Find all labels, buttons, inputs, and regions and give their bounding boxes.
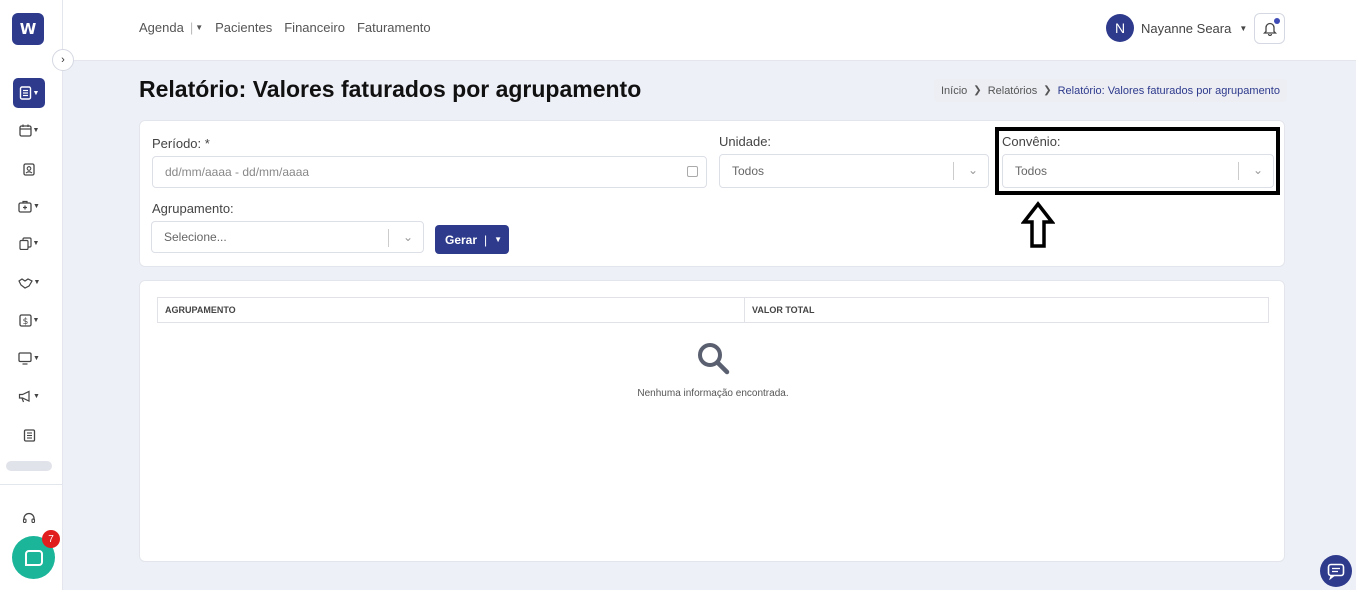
top-nav: Agenda | ▼ Pacientes Financeiro Faturame… (139, 20, 443, 35)
sidebar-item-news[interactable] (13, 421, 45, 449)
chevron-down-icon: ▼ (33, 202, 40, 210)
sidebar-item-support[interactable] (13, 504, 45, 532)
sidebar-item-marketing[interactable]: ▼ (13, 382, 45, 410)
dollar-icon: $ (18, 313, 32, 327)
chat-icon (24, 549, 43, 566)
unidade-value: Todos (732, 164, 765, 178)
agrupamento-label: Agrupamento: (152, 201, 234, 216)
breadcrumb-item-relatorios[interactable]: Relatórios (988, 85, 1038, 97)
headset-icon (22, 512, 36, 523)
copy-icon (18, 236, 32, 250)
message-icon (1327, 563, 1345, 580)
column-header-agrupamento[interactable]: AGRUPAMENTO (158, 298, 745, 322)
agrupamento-select[interactable]: Selecione... ⌄ (151, 221, 424, 253)
unidade-select[interactable]: Todos ⌄ (719, 154, 989, 188)
annotation-highlight-box (995, 127, 1280, 195)
sidebar-item-patients[interactable] (13, 155, 45, 183)
notifications-button[interactable] (1254, 13, 1285, 44)
gerar-button[interactable]: Gerar | ▼ (435, 225, 509, 254)
annotation-arrow-up-icon (1021, 201, 1055, 248)
breadcrumb-item-inicio[interactable]: Início (941, 85, 967, 97)
page-title: Relatório: Valores faturados por agrupam… (139, 76, 642, 102)
search-icon (698, 343, 730, 375)
report-icon (19, 86, 31, 100)
column-header-valor-total[interactable]: VALOR TOTAL (745, 298, 815, 322)
chevron-down-icon: ▼ (32, 316, 40, 324)
empty-state-message: Nenhuma informação encontrada. (637, 388, 789, 399)
chevron-right-icon: ❯ (1043, 85, 1052, 96)
sidebar-item-monitor[interactable]: ▼ (13, 344, 45, 372)
help-chat-button[interactable] (1320, 555, 1352, 587)
sidebar-item-reports[interactable]: ▼ (13, 78, 45, 108)
avatar: N (1106, 14, 1134, 42)
chevron-down-icon: ▼ (32, 89, 40, 97)
sidebar: W ▼ ▼ ▼ ▼ ▼ $ ▼ ▼ ▼ 7 (0, 0, 63, 590)
sidebar-item-calendar[interactable]: ▼ (13, 116, 45, 144)
chevron-down-icon: ▼ (32, 126, 40, 134)
svg-text:$: $ (22, 317, 28, 327)
periodo-placeholder: dd/mm/aaaa - dd/mm/aaaa (165, 165, 310, 179)
app-logo[interactable]: W (12, 13, 44, 45)
breadcrumb-item-current: Relatório: Valores faturados por agrupam… (1057, 84, 1280, 97)
table-header: AGRUPAMENTO VALOR TOTAL (157, 297, 1269, 323)
unidade-label: Unidade: (719, 134, 772, 149)
periodo-input[interactable]: dd/mm/aaaa - dd/mm/aaaa (152, 156, 707, 188)
notification-dot (1274, 18, 1280, 24)
user-name: Nayanne Seara (1141, 20, 1232, 36)
calendar-icon (18, 124, 32, 137)
sidebar-divider (0, 484, 63, 485)
sidebar-item-clinic[interactable]: ▼ (13, 192, 45, 220)
calendar-icon (687, 166, 698, 177)
briefcase-medical-icon (18, 200, 32, 213)
nav-item-agenda[interactable]: Agenda (139, 20, 184, 35)
chevron-right-icon: › (61, 54, 65, 66)
chevron-down-icon[interactable]: ▼ (195, 23, 203, 32)
sidebar-scrollbar[interactable] (6, 461, 52, 471)
chevron-right-icon: ❯ (973, 85, 982, 96)
nav-separator: | (189, 20, 194, 35)
megaphone-icon (18, 390, 30, 402)
gerar-separator: | (484, 232, 488, 247)
sidebar-toggle-button[interactable]: › (52, 49, 74, 71)
periodo-label: Período: * (152, 136, 210, 151)
chevron-down-icon: ⌄ (402, 230, 413, 244)
chevron-down-icon: ▼ (33, 278, 41, 286)
select-divider (388, 229, 389, 247)
logo-letter: W (19, 20, 37, 38)
agrupamento-placeholder: Selecione... (164, 230, 227, 244)
nav-item-pacientes[interactable]: Pacientes (215, 20, 272, 35)
select-divider (953, 162, 954, 180)
nav-item-faturamento[interactable]: Faturamento (357, 20, 431, 35)
sidebar-item-handshake[interactable]: ▼ (13, 268, 45, 296)
chevron-down-icon: ▼ (1239, 23, 1248, 33)
newspaper-icon (23, 428, 35, 442)
nav-item-financeiro[interactable]: Financeiro (284, 20, 345, 35)
chevron-down-icon: ▼ (33, 354, 40, 362)
gerar-label: Gerar (445, 232, 478, 247)
chevron-down-icon: ▼ (32, 239, 40, 247)
sidebar-item-financial[interactable]: $ ▼ (13, 306, 45, 334)
id-badge-icon (23, 162, 35, 176)
breadcrumb: Início ❯ Relatórios ❯ Relatório: Valores… (934, 79, 1287, 102)
topbar: Agenda | ▼ Pacientes Financeiro Faturame… (63, 0, 1356, 61)
chevron-down-icon[interactable]: ▼ (494, 235, 502, 244)
handshake-icon (17, 277, 33, 289)
user-menu[interactable]: N Nayanne Seara ▼ (1106, 14, 1247, 42)
sidebar-item-documents[interactable]: ▼ (13, 229, 45, 257)
chevron-down-icon: ▼ (33, 392, 40, 400)
chevron-down-icon: ⌄ (967, 163, 978, 177)
results-card: AGRUPAMENTO VALOR TOTAL Nenhuma informaç… (139, 280, 1285, 562)
chat-badge: 7 (42, 530, 60, 548)
monitor-icon (18, 351, 32, 365)
